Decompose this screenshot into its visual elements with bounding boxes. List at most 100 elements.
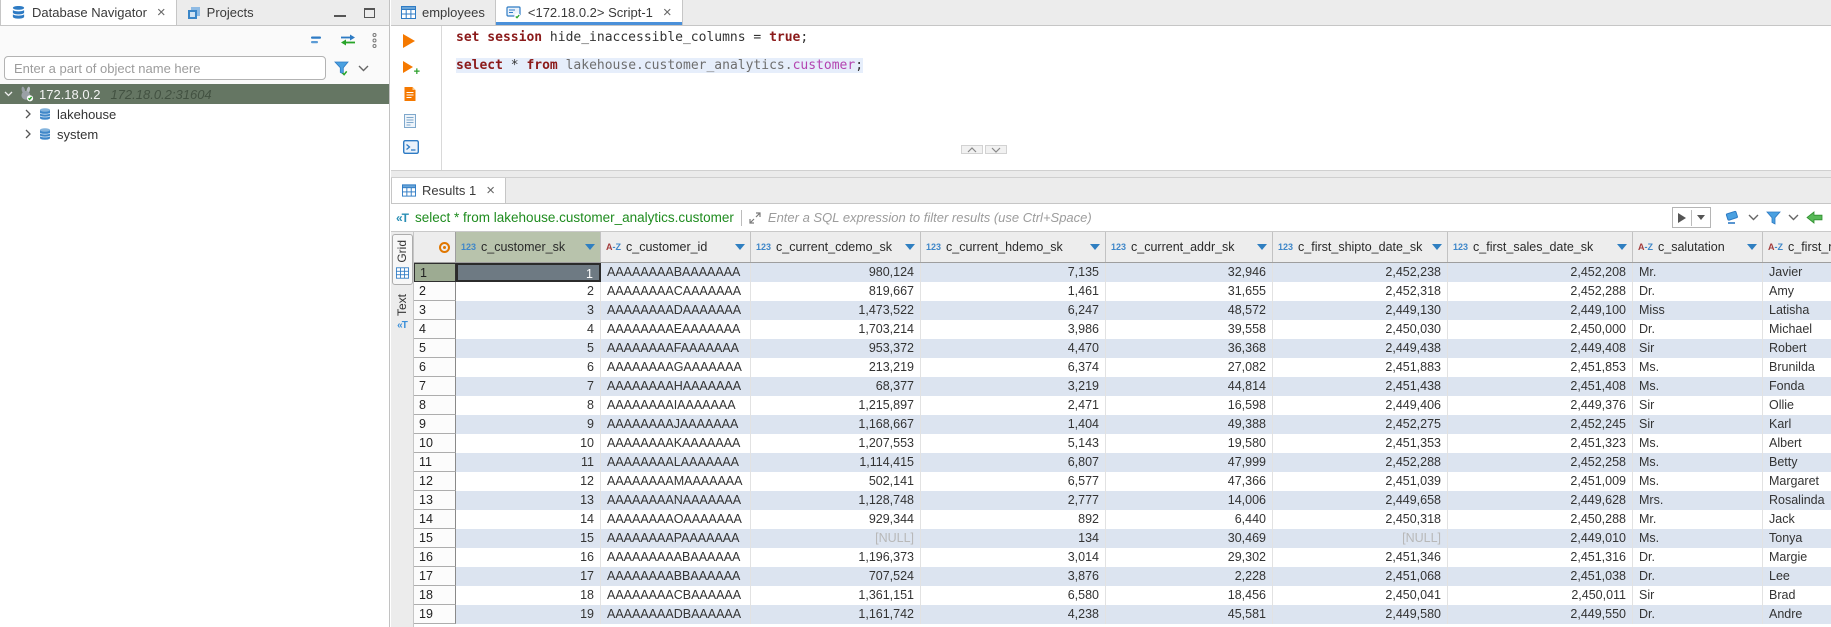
- chevron-right-icon[interactable]: [20, 109, 36, 119]
- grid-cell[interactable]: 32,946: [1106, 263, 1273, 282]
- grid-cell[interactable]: 19: [456, 605, 601, 624]
- tree-item-connection[interactable]: 172.18.0.2 172.18.0.2:31604: [0, 84, 389, 104]
- grid-cell[interactable]: 2,452,318: [1273, 282, 1448, 301]
- grid-cell[interactable]: 18: [456, 586, 601, 605]
- splitter-sash[interactable]: [391, 170, 1831, 178]
- grid-cell[interactable]: 2,451,009: [1448, 472, 1633, 491]
- grid-cell[interactable]: Rosalinda: [1763, 491, 1831, 510]
- grid-cell[interactable]: Michael: [1763, 320, 1831, 339]
- chevron-down-icon[interactable]: [0, 91, 16, 97]
- grid-cell[interactable]: Ollie: [1763, 396, 1831, 415]
- side-tab-text[interactable]: Text «T: [392, 289, 413, 336]
- grid-cell[interactable]: 2,471: [921, 396, 1106, 415]
- grid-cell[interactable]: 2,449,658: [1273, 491, 1448, 510]
- chevron-right-icon[interactable]: [20, 129, 36, 139]
- minimize-icon[interactable]: [334, 9, 346, 17]
- grid-cell[interactable]: Mr.: [1633, 263, 1763, 282]
- grid-cell[interactable]: Lee: [1763, 567, 1831, 586]
- tab-script-1[interactable]: <172.18.0.2> Script-1 ×: [495, 0, 683, 25]
- column-dropdown-icon[interactable]: [735, 244, 745, 250]
- sql-console-button[interactable]: [403, 140, 419, 154]
- grid-cell[interactable]: Miss: [1633, 301, 1763, 320]
- close-icon[interactable]: ×: [663, 5, 672, 20]
- row-number[interactable]: 6: [414, 358, 456, 377]
- grid-cell[interactable]: 5: [456, 339, 601, 358]
- grid-cell[interactable]: 47,999: [1106, 453, 1273, 472]
- grid-cell[interactable]: 1,703,214: [751, 320, 921, 339]
- grid-cell[interactable]: 3,219: [921, 377, 1106, 396]
- grid-cell[interactable]: 7: [456, 377, 601, 396]
- grid-cell[interactable]: 36,368: [1106, 339, 1273, 358]
- grid-cell[interactable]: 2,450,011: [1448, 586, 1633, 605]
- grid-cell[interactable]: 1,196,373: [751, 548, 921, 567]
- grid-cell[interactable]: Mr.: [1633, 510, 1763, 529]
- grid-cell[interactable]: Amy: [1763, 282, 1831, 301]
- grid-cell[interactable]: 14: [456, 510, 601, 529]
- explain-plan-button[interactable]: [403, 113, 417, 129]
- grid-cell[interactable]: AAAAAAAACBAAAAAA: [601, 586, 751, 605]
- grid-cell[interactable]: 7,135: [921, 263, 1106, 282]
- grid-cell[interactable]: 2,451,323: [1448, 434, 1633, 453]
- grid-cell[interactable]: Ms.: [1633, 377, 1763, 396]
- grid-cell[interactable]: Ms.: [1633, 434, 1763, 453]
- collapse-up-icon[interactable]: [961, 145, 983, 154]
- chevron-down-icon[interactable]: [358, 65, 369, 72]
- grid-cell[interactable]: 6,374: [921, 358, 1106, 377]
- grid-cell[interactable]: 6: [456, 358, 601, 377]
- grid-cell[interactable]: 12: [456, 472, 601, 491]
- grid-cell[interactable]: 2,451,038: [1448, 567, 1633, 586]
- grid-cell[interactable]: Sir: [1633, 339, 1763, 358]
- grid-cell[interactable]: AAAAAAAALAAAAAAA: [601, 453, 751, 472]
- grid-cell[interactable]: 10: [456, 434, 601, 453]
- grid-cell[interactable]: Fonda: [1763, 377, 1831, 396]
- collapse-all-icon[interactable]: [310, 35, 324, 45]
- column-dropdown-icon[interactable]: [1257, 244, 1267, 250]
- grid-cell[interactable]: Margaret: [1763, 472, 1831, 491]
- row-number[interactable]: 10: [414, 434, 456, 453]
- grid-cell[interactable]: 1,215,897: [751, 396, 921, 415]
- grid-cell[interactable]: 8: [456, 396, 601, 415]
- row-number[interactable]: 17: [414, 567, 456, 586]
- grid-cell[interactable]: 502,141: [751, 472, 921, 491]
- grid-cell[interactable]: AAAAAAAAFAAAAAAA: [601, 339, 751, 358]
- grid-cell[interactable]: 2,450,041: [1273, 586, 1448, 605]
- grid-cell[interactable]: Albert: [1763, 434, 1831, 453]
- grid-cell[interactable]: Dr.: [1633, 320, 1763, 339]
- grid-cell[interactable]: 1,114,415: [751, 453, 921, 472]
- grid-cell[interactable]: Robert: [1763, 339, 1831, 358]
- execute-script-button[interactable]: [403, 86, 417, 102]
- grid-cell[interactable]: 6,247: [921, 301, 1106, 320]
- grid-cell[interactable]: AAAAAAAANAAAAAAA: [601, 491, 751, 510]
- grid-cell[interactable]: Margie: [1763, 548, 1831, 567]
- grid-cell[interactable]: 31,655: [1106, 282, 1273, 301]
- grid-cell[interactable]: 2,451,438: [1273, 377, 1448, 396]
- grid-cell[interactable]: 1,473,522: [751, 301, 921, 320]
- grid-cell[interactable]: 2,452,288: [1448, 282, 1633, 301]
- close-icon[interactable]: ×: [486, 183, 495, 198]
- grid-cell[interactable]: 1,128,748: [751, 491, 921, 510]
- grid-cell[interactable]: 2,452,258: [1448, 453, 1633, 472]
- grid-cell[interactable]: 2,449,438: [1273, 339, 1448, 358]
- column-header-c_current_hdemo_sk[interactable]: 123c_current_hdemo_sk: [921, 232, 1106, 262]
- row-number[interactable]: 2: [414, 282, 456, 301]
- row-number[interactable]: 4: [414, 320, 456, 339]
- grid-cell[interactable]: 2,777: [921, 491, 1106, 510]
- apply-filter-button[interactable]: [1672, 207, 1711, 228]
- grid-cell[interactable]: 2,452,288: [1273, 453, 1448, 472]
- chevron-down-icon[interactable]: [1748, 214, 1759, 221]
- grid-cell[interactable]: 2,449,408: [1448, 339, 1633, 358]
- grid-cell[interactable]: 2,451,039: [1273, 472, 1448, 491]
- grid-cell[interactable]: 16,598: [1106, 396, 1273, 415]
- grid-cell[interactable]: 39,558: [1106, 320, 1273, 339]
- grid-cell[interactable]: 892: [921, 510, 1106, 529]
- row-number[interactable]: 19: [414, 605, 456, 624]
- grid-cell[interactable]: AAAAAAAABBAAAAAA: [601, 567, 751, 586]
- grid-cell[interactable]: 1: [456, 263, 601, 282]
- grid-cell[interactable]: AAAAAAAAPAAAAAAA: [601, 529, 751, 548]
- grid-cell[interactable]: 3: [456, 301, 601, 320]
- grid-cell[interactable]: AAAAAAAAHAAAAAAA: [601, 377, 751, 396]
- row-number[interactable]: 5: [414, 339, 456, 358]
- grid-cell[interactable]: 9: [456, 415, 601, 434]
- close-icon[interactable]: ×: [157, 5, 166, 20]
- grid-cell[interactable]: 929,344: [751, 510, 921, 529]
